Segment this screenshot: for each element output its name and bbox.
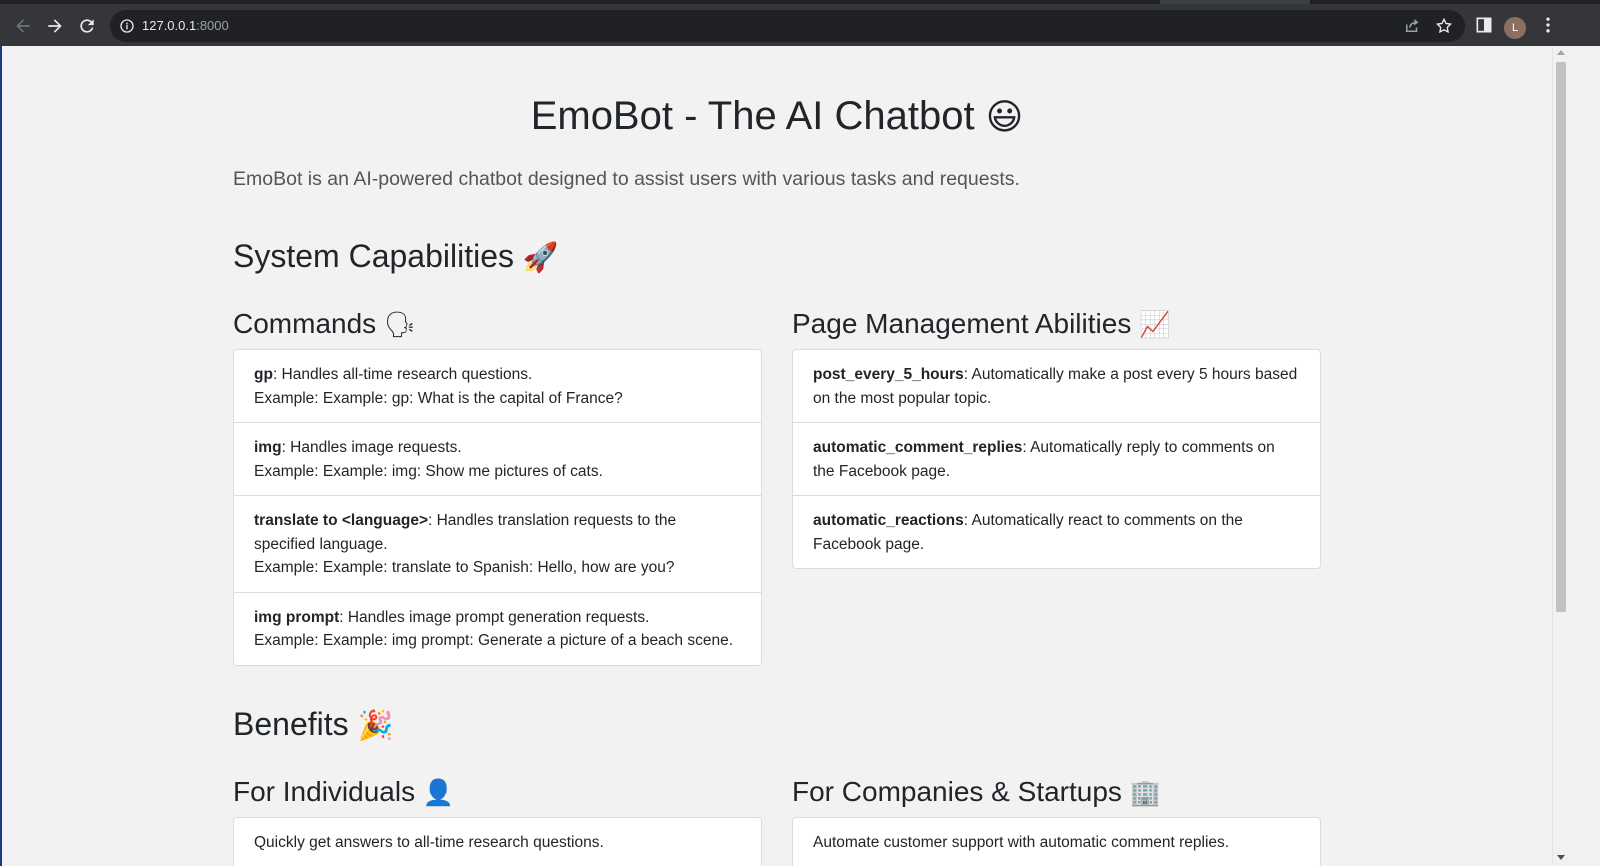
page-management-heading-text: Page Management Abilities [792, 308, 1132, 339]
person-icon: 👤 [422, 778, 455, 807]
list-item: Automate customer support with automatic… [813, 834, 1230, 851]
page-management-list: post_every_5_hours: Automatically make a… [792, 349, 1321, 569]
url-text[interactable]: 127.0.0.1:8000 [142, 18, 229, 33]
page-title-text: EmoBot - The AI Chatbot [530, 94, 975, 138]
companies-list: Automate customer support with automatic… [792, 817, 1321, 866]
forward-button[interactable] [41, 12, 69, 40]
share-icon[interactable] [1403, 17, 1421, 35]
avatar[interactable]: L [1504, 17, 1526, 39]
more-menu-icon[interactable] [1538, 15, 1558, 35]
rocket-icon: 🚀 [522, 240, 559, 274]
companies-heading: For Companies & Startups 🏢 [792, 776, 1161, 808]
list-item: post_every_5_hours: Automatically make a… [793, 350, 1320, 422]
vertical-scrollbar[interactable] [1552, 46, 1568, 866]
browser-toolbar: 127.0.0.1:8000 L [0, 4, 1600, 46]
individuals-heading-text: For Individuals [233, 776, 416, 807]
command-example: Example: Example: gp: What is the capita… [254, 389, 623, 407]
list-item: gp: Handles all-time research questions.… [234, 350, 761, 422]
command-example: Example: Example: img: Show me pictures … [254, 462, 603, 480]
individuals-heading: For Individuals 👤 [233, 776, 454, 808]
benefits-heading-text: Benefits [233, 706, 349, 742]
list-item: automatic_comment_replies: Automatically… [793, 422, 1320, 495]
capabilities-heading-text: System Capabilities [233, 238, 514, 274]
smile-icon: 😃 [985, 97, 1024, 138]
command-desc: : Handles image prompt generation reques… [339, 608, 650, 626]
url-host: 127.0.0.1 [142, 18, 197, 33]
page-viewport: EmoBot - The AI Chatbot 😃 EmoBot is an A… [2, 46, 1552, 866]
arrow-right-icon [48, 19, 62, 33]
list-item: Quickly get answers to all-time research… [254, 834, 604, 851]
back-button[interactable] [9, 12, 37, 40]
command-desc: : Handles image requests. [281, 439, 462, 456]
reload-button[interactable] [73, 12, 101, 40]
command-example: Example: Example: img prompt: Generate a… [254, 632, 734, 649]
office-building-icon: 🏢 [1129, 778, 1162, 807]
command-name: translate to <language> [254, 512, 428, 529]
command-example: Example: Example: translate to Spanish: … [254, 559, 675, 576]
ability-name: automatic_reactions [813, 512, 964, 529]
url-port: :8000 [196, 18, 229, 33]
list-item: automatic_reactions: Automatically react… [793, 495, 1320, 568]
command-name: gp [254, 366, 273, 383]
list-item: translate to <language>: Handles transla… [234, 495, 761, 592]
speaking-head-icon: 🗣 [383, 310, 416, 339]
page-management-heading: Page Management Abilities 📈 [792, 308, 1170, 340]
command-name: img prompt [254, 608, 340, 626]
chart-increasing-icon: 📈 [1139, 310, 1171, 339]
lead-text: EmoBot is an AI-powered chatbot designed… [233, 168, 1020, 190]
info-icon[interactable] [119, 18, 135, 34]
command-name: img [254, 439, 282, 456]
list-item: img: Handles image requests. Example: Exa… [234, 422, 761, 495]
star-icon[interactable] [1435, 17, 1453, 35]
command-desc: : Handles all-time research questions. [272, 366, 533, 383]
window-margin [1568, 46, 1600, 866]
party-popper-icon: 🎉 [357, 708, 394, 742]
capabilities-heading: System Capabilities 🚀 [233, 238, 559, 275]
scrollbar-thumb[interactable] [1556, 62, 1566, 612]
ability-name: automatic_comment_replies [813, 439, 1023, 456]
ability-name: post_every_5_hours [813, 366, 964, 383]
side-panel-icon[interactable] [1474, 15, 1494, 35]
browser-chrome: 127.0.0.1:8000 L [0, 0, 1600, 46]
companies-heading-text: For Companies & Startups [792, 776, 1122, 807]
scroll-up-arrow[interactable] [1557, 50, 1565, 55]
commands-heading: Commands 🗣 [233, 308, 416, 340]
commands-heading-text: Commands [233, 308, 377, 339]
arrow-left-icon [16, 19, 30, 33]
list-item: img prompt: Handles image prompt generat… [234, 591, 761, 665]
reload-icon [80, 19, 94, 33]
commands-list: gp: Handles all-time research questions.… [233, 349, 762, 666]
individuals-list: Quickly get answers to all-time research… [233, 817, 762, 866]
scroll-down-arrow[interactable] [1557, 855, 1565, 860]
benefits-heading: Benefits 🎉 [233, 706, 393, 743]
address-bar[interactable]: 127.0.0.1:8000 [110, 10, 1465, 42]
page-title: EmoBot - The AI Chatbot 😃 [233, 94, 1321, 139]
